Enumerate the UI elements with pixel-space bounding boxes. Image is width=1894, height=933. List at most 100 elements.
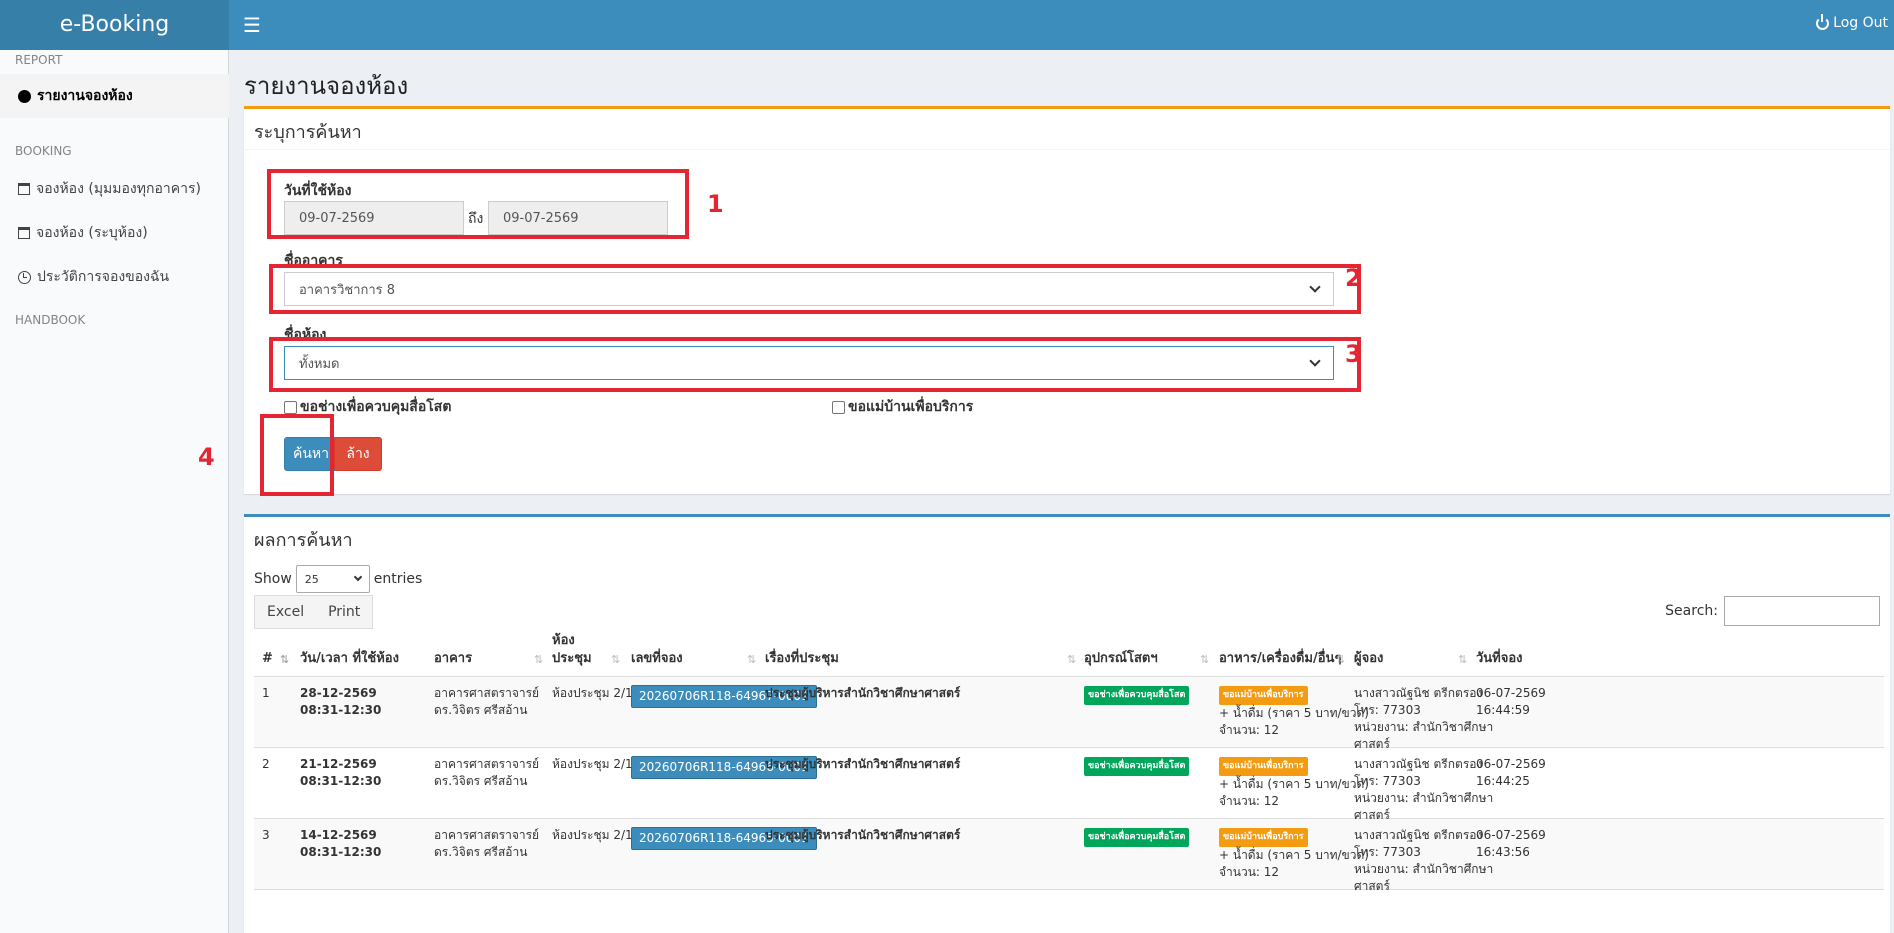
cell-date: 28-12-2569 08:31-12:30: [300, 685, 381, 719]
cell-subject: ประชุมผู้บริหารสำนักวิชาศึกษาศาสตร์: [765, 828, 961, 842]
top-navbar: e-Booking ☰ Log Out: [0, 0, 1894, 50]
search-label: Search:: [1665, 603, 1718, 619]
cell-av: ขอช่างเพื่อควบคุมสื่อโสต: [1084, 756, 1190, 776]
annotation-number-4: 4: [198, 443, 215, 471]
sidebar-header-handbook: HANDBOOK: [15, 313, 86, 327]
chevron-down-icon: [353, 572, 363, 582]
main-content: รายงานจองห้อง ระบุการค้นหา วันที่ใช้ห้อง…: [198, 50, 1894, 933]
cell-time-value: 08:31-12:30: [300, 703, 382, 717]
booker-unit-cont: ศาสตร์: [1354, 879, 1390, 893]
booker-tel: โทร: 77303: [1354, 774, 1421, 788]
booked-time: 16:44:59: [1476, 703, 1530, 717]
results-panel-title: ผลการค้นหา: [254, 530, 353, 551]
av-badge: ขอช่างเพื่อควบคุมสื่อโสต: [1084, 828, 1190, 847]
cell-booked-date: 06-07-2569 16:44:59: [1476, 685, 1546, 719]
booker-tel: โทร: 77303: [1354, 845, 1421, 859]
col-header-building[interactable]: อาคาร: [434, 650, 472, 668]
annotation-box-2: [269, 264, 1361, 314]
col-header-booking-id[interactable]: เลขที่จอง: [631, 650, 683, 668]
food-qty: จำนวน: 12: [1219, 794, 1280, 808]
sidebar-item-book-all-buildings[interactable]: จองห้อง (มุมมองทุกอาคาร): [0, 167, 229, 211]
divider: [244, 149, 1890, 150]
clear-button[interactable]: ล้าง: [334, 437, 382, 471]
search-input[interactable]: [1724, 596, 1880, 626]
sidebar-item-booking-report[interactable]: รายงานจองห้อง: [0, 74, 229, 118]
cell-num: 2: [262, 757, 270, 771]
col-header-num[interactable]: #: [262, 650, 273, 668]
results-panel: ผลการค้นหา Show 25 entries Excel Print S…: [244, 514, 1890, 933]
housekeeper-badge: ขอแม่บ้านเพื่อบริการ: [1219, 757, 1308, 776]
building-line-1: อาคารศาสตราจารย์: [434, 757, 540, 771]
cell-food: ขอแม่บ้านเพื่อบริการ + น้ำดื่ม (ราคา 5 บา…: [1219, 756, 1369, 810]
cell-booked-date: 06-07-2569 16:44:25: [1476, 756, 1546, 790]
sidebar-item-label: จองห้อง (ระบุห้อง): [36, 225, 148, 241]
booked-date: 06-07-2569: [1476, 757, 1546, 771]
sidebar-item-book-room[interactable]: จองห้อง (ระบุห้อง): [0, 211, 229, 255]
housekeeper-badge: ขอแม่บ้านเพื่อบริการ: [1219, 686, 1308, 705]
cell-date: 14-12-2569 08:31-12:30: [300, 827, 381, 861]
sidebar-item-my-history[interactable]: ประวัติการจองของฉัน: [0, 255, 229, 299]
checkbox-box[interactable]: [284, 400, 297, 414]
table-row: 3 14-12-2569 08:31-12:30 อาคารศาสตราจารย์…: [254, 819, 1884, 893]
col-header-booked-date[interactable]: วันที่จอง: [1476, 650, 1523, 668]
booker-unit: หน่วยงาน: สำนักวิชาศึกษา: [1354, 791, 1494, 805]
cell-subject: ประชุมผู้บริหารสำนักวิชาศึกษาศาสตร์: [765, 757, 961, 771]
cell-food: ขอแม่บ้านเพื่อบริการ + น้ำดื่ม (ราคา 5 บา…: [1219, 685, 1369, 739]
sort-icon[interactable]: ⇅: [534, 653, 543, 666]
calendar-icon: [18, 183, 30, 195]
food-item: + น้ำดื่ม (ราคา 5 บาท/ขวด): [1219, 777, 1369, 791]
sort-icon[interactable]: ⇅: [1200, 653, 1209, 666]
cell-date-value: 14-12-2569: [300, 828, 377, 842]
food-qty: จำนวน: 12: [1219, 723, 1280, 737]
housekeeper-checkbox[interactable]: ขอแม่บ้านเพื่อบริการ: [832, 396, 973, 418]
excel-button[interactable]: Excel: [255, 596, 316, 628]
food-item: + น้ำดื่ม (ราคา 5 บาท/ขวด): [1219, 848, 1369, 862]
sort-asc-icon[interactable]: ⇅: [280, 653, 289, 666]
cell-time-value: 08:31-12:30: [300, 845, 382, 859]
page-size-select[interactable]: 25: [295, 565, 370, 593]
clock-icon: [18, 270, 31, 284]
table-row: 2 21-12-2569 08:31-12:30 อาคารศาสตราจารย์…: [254, 748, 1884, 822]
food-item: + น้ำดื่ม (ราคา 5 บาท/ขวด): [1219, 706, 1369, 720]
cell-building: อาคารศาสตราจารย์ ดร.วิจิตร ศรีสอ้าน: [434, 827, 539, 861]
col-header-av[interactable]: อุปกรณ์โสตฯ: [1084, 650, 1158, 668]
calendar-icon: [18, 227, 30, 239]
table-header: # ⇅ วัน/เวลา ที่ใช้ห้อง อาคาร ⇅ ห้องประช…: [254, 632, 1884, 677]
cell-booker: นางสาวณัฐนิช ตรีกตรอง โทร: 77303 หน่วยงาน:…: [1354, 756, 1493, 824]
logout-label: Log Out: [1833, 15, 1888, 31]
cell-building: อาคารศาสตราจารย์ดร.วิจิตร ศรีสอ้าน: [434, 756, 539, 790]
booked-date: 06-07-2569: [1476, 828, 1546, 842]
col-header-room[interactable]: ห้องประชุม: [552, 632, 592, 668]
page-title: รายงานจองห้อง: [244, 72, 409, 100]
annotation-number-1: 1: [707, 190, 724, 218]
cell-num: 1: [262, 686, 270, 700]
food-qty: จำนวน: 12: [1219, 865, 1280, 879]
sort-icon[interactable]: ⇅: [611, 653, 620, 666]
show-label: Show: [254, 571, 292, 587]
logout-button[interactable]: Log Out: [1816, 13, 1888, 31]
checkbox-box[interactable]: [832, 400, 845, 414]
cell-time-value: 08:31-12:30: [300, 774, 382, 788]
sort-icon[interactable]: ⇅: [1067, 653, 1076, 666]
print-button[interactable]: Print: [316, 596, 372, 628]
col-header-date[interactable]: วัน/เวลา ที่ใช้ห้อง: [300, 650, 399, 668]
annotation-box-3: [269, 337, 1361, 392]
building-line-2: ดร.วิจิตร ศรีสอ้าน: [434, 774, 528, 788]
col-header-subject[interactable]: เรื่องที่ประชุม: [765, 650, 839, 668]
dot-icon: [18, 89, 31, 103]
housekeeper-badge: ขอแม่บ้านเพื่อบริการ: [1219, 828, 1308, 847]
hamburger-icon[interactable]: ☰: [243, 14, 261, 36]
cell-av: ขอช่างเพื่อควบคุมสื่อโสต: [1084, 685, 1190, 705]
sort-icon[interactable]: ⇅: [1336, 653, 1345, 666]
cell-food: ขอแม่บ้านเพื่อบริการ + น้ำดื่ม (ราคา 5 บา…: [1219, 827, 1369, 881]
col-header-booker[interactable]: ผู้จอง: [1354, 650, 1383, 668]
brand-logo[interactable]: e-Booking: [0, 0, 229, 50]
table-search: Search:: [1665, 596, 1880, 626]
booked-date: 06-07-2569: [1476, 686, 1546, 700]
cell-date-value: 21-12-2569: [300, 757, 377, 771]
annotation-number-2: 2: [1345, 264, 1362, 292]
sort-icon[interactable]: ⇅: [747, 653, 756, 666]
col-header-food[interactable]: อาหาร/เครื่องดื่ม/อื่นๆ: [1219, 650, 1341, 668]
sort-icon[interactable]: ⇅: [1458, 653, 1467, 666]
sidebar-header-report: REPORT: [15, 53, 63, 67]
